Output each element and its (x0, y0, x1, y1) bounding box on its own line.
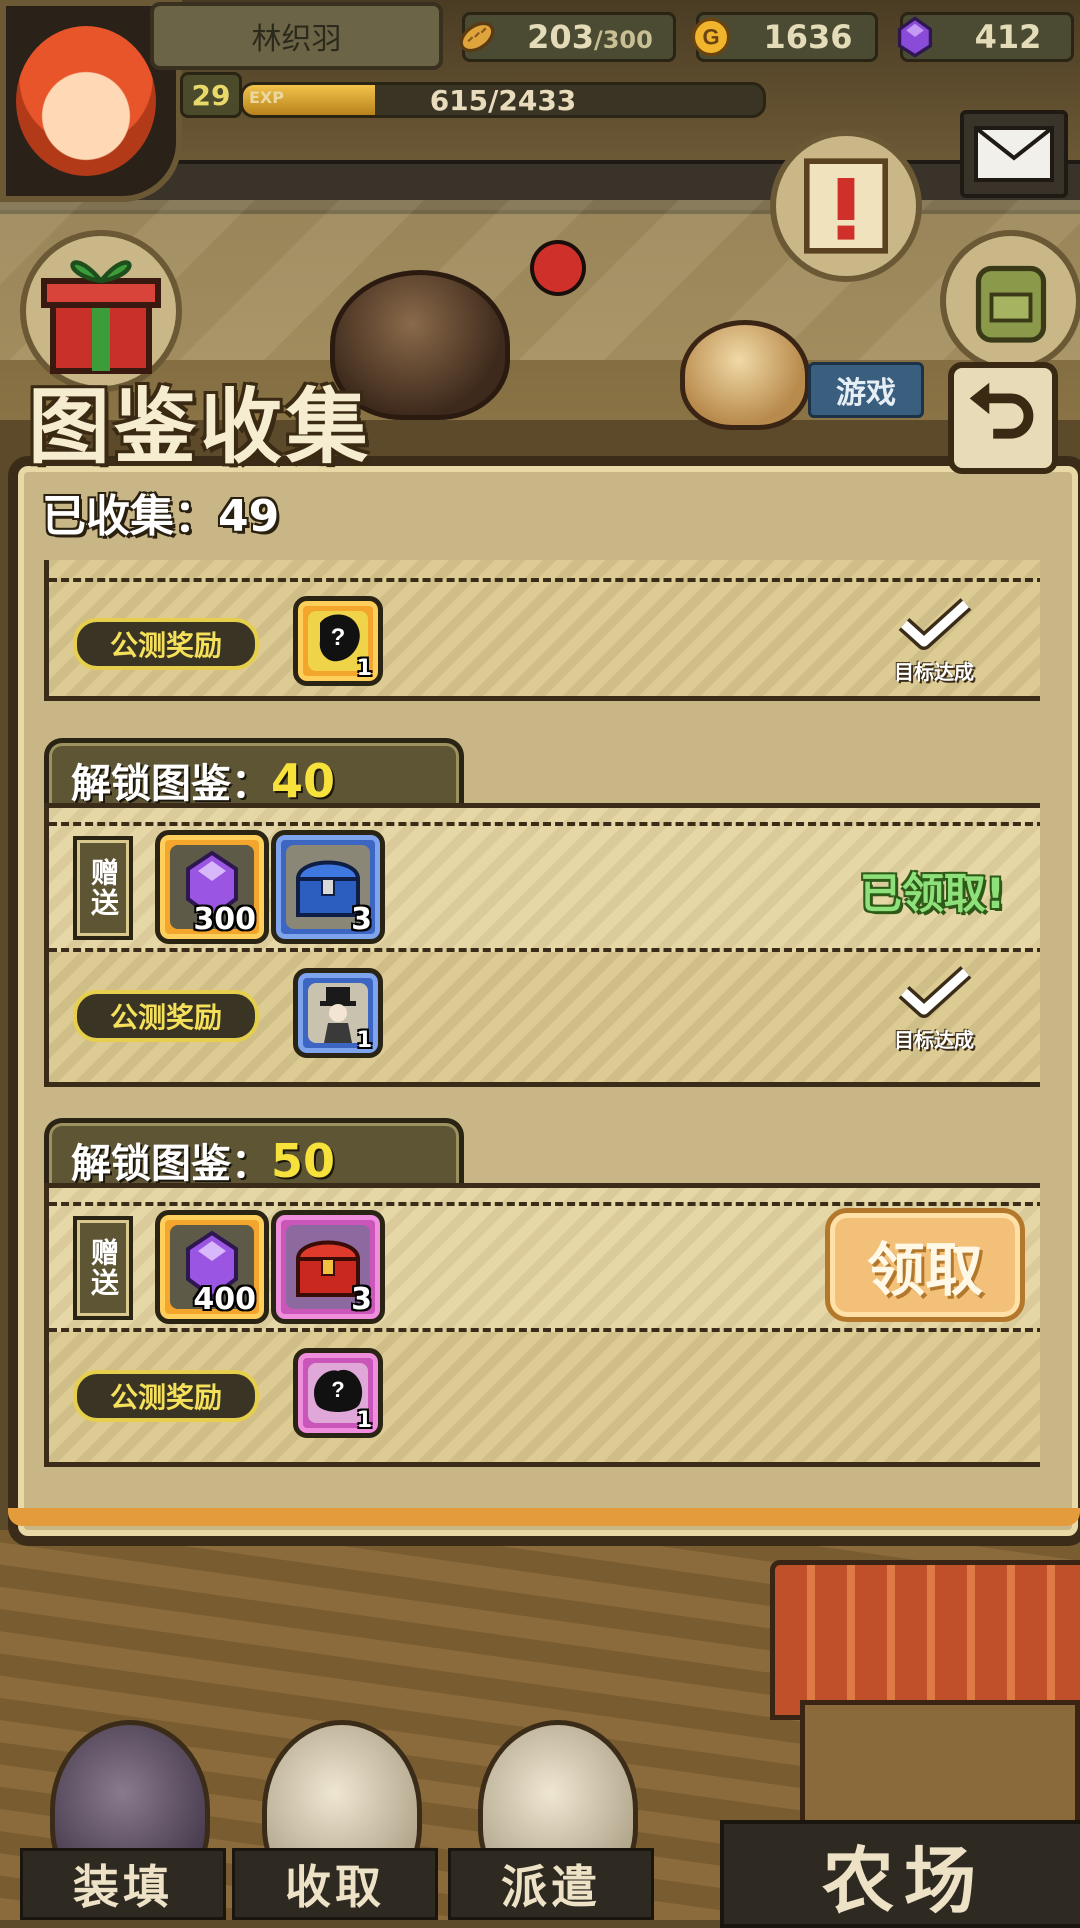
goal-achieved: 目标达成 (879, 596, 989, 684)
tier-gift-row: 赠送 300 3 已领取! (44, 803, 1040, 963)
level-badge: 29 (180, 72, 242, 118)
player-name: 林织羽 (150, 2, 443, 70)
tier-header: 解锁图鉴：50 (44, 1118, 464, 1193)
gift-tag-label: 赠送 (87, 858, 120, 918)
dispatch-button[interactable]: 派遣 (448, 1690, 654, 1920)
quest-scroll-icon[interactable] (770, 130, 922, 282)
collect-label: 收取 (232, 1848, 438, 1920)
farm-button[interactable]: 农场 (720, 1820, 1080, 1928)
svg-text:G: G (702, 25, 719, 50)
tier-title: 解锁图鉴：40 (71, 751, 335, 809)
item-count: 3 (351, 1282, 372, 1317)
purple-gem-icon (897, 16, 933, 58)
back-button[interactable] (948, 362, 1058, 474)
bread-max: /300 (593, 26, 653, 54)
item-count: 1 (356, 1028, 372, 1053)
gem-counter[interactable]: 412 (897, 12, 1074, 62)
avatar-portrait (16, 26, 156, 176)
collect-button[interactable]: 收取 (232, 1690, 438, 1920)
backpack-icon[interactable] (940, 230, 1080, 372)
reward-item[interactable]: ? 1 (293, 1348, 383, 1438)
item-count: 300 (193, 902, 256, 937)
item-count: 1 (356, 656, 372, 681)
exp-value: 615/2433 (429, 83, 577, 117)
tier-title: 解锁图鉴：50 (71, 1131, 335, 1189)
farm-roof (770, 1560, 1080, 1720)
svg-text:?: ? (331, 624, 346, 651)
tier-reward-row: 公测奖励 ? 1 目标达成 (44, 560, 1040, 701)
bread-icon (459, 21, 495, 53)
gift-item[interactable]: 400 (155, 1210, 269, 1324)
beta-reward-tag: 公测奖励 (73, 618, 259, 670)
item-count: 3 (351, 902, 372, 937)
gold-counter[interactable]: G 1636 (691, 12, 878, 62)
row-divider (49, 578, 1040, 582)
goal-achieved: 目标达成 (879, 964, 989, 1052)
exp-bar: EXP 615/2433 (240, 82, 766, 118)
collected-count: 已收集：49 (42, 491, 280, 542)
panel-title: 图鉴收集 (28, 379, 373, 475)
svg-text:?: ? (331, 1377, 344, 1402)
gift-item[interactable]: 3 (271, 1210, 385, 1324)
checkmark-icon (898, 966, 972, 1018)
gift-tag: 赠送 (73, 1216, 133, 1320)
dispatch-label: 派遣 (448, 1848, 654, 1920)
ladybug-icon (530, 240, 586, 296)
back-arrow-icon (969, 382, 1034, 439)
item-count: 400 (193, 1282, 256, 1317)
gift-item[interactable]: 300 (155, 830, 269, 944)
tier-gift-row: 赠送 400 3 领取 (44, 1183, 1040, 1343)
claim-button[interactable]: 领取 (825, 1208, 1025, 1322)
envelope-icon (974, 126, 1054, 182)
row-divider (49, 1202, 1040, 1206)
item-count: 1 (356, 1408, 372, 1433)
mail-button[interactable] (960, 110, 1068, 198)
claimed-status: 已领取! (859, 869, 1005, 918)
tier-label: 解锁图鉴： (71, 1141, 271, 1187)
goal-achieved-label: 目标达成 (894, 1028, 974, 1052)
gem-value: 412 (974, 18, 1042, 56)
gold-value: 1636 (763, 18, 853, 56)
tier-number: 40 (271, 754, 336, 808)
tier-header: 解锁图鉴：40 (44, 738, 464, 813)
panel-trim (8, 1508, 1080, 1526)
gift-tag-label: 赠送 (87, 1238, 120, 1298)
beta-reward-tag: 公测奖励 (73, 1370, 259, 1422)
reward-item[interactable]: 1 (293, 968, 383, 1058)
load-button[interactable]: 装填 (20, 1690, 226, 1920)
gold-coin-icon: G (691, 17, 731, 57)
checkmark-icon (898, 598, 972, 650)
tier-label: 解锁图鉴： (71, 761, 271, 807)
beta-reward-tag: 公测奖励 (73, 990, 259, 1042)
tier-reward-row: 公测奖励 ? 1 (44, 1332, 1040, 1467)
row-divider (49, 822, 1040, 826)
bread-counter[interactable]: 203/300 (459, 12, 676, 62)
tier-reward-row: 公测奖励 1 目标达成 (44, 952, 1040, 1087)
golden-egg-icon (680, 320, 810, 430)
gift-tag: 赠送 (73, 836, 133, 940)
goal-achieved-label: 目标达成 (894, 660, 974, 684)
bread-value: 203 (527, 18, 594, 56)
gift-item[interactable]: 3 (271, 830, 385, 944)
collection-list[interactable]: 公测奖励 ? 1 目标达成 解锁图鉴：40 赠送 300 3 已领取! 公测奖励 (40, 560, 1040, 1480)
tier-number: 50 (271, 1134, 336, 1188)
reward-item[interactable]: ? 1 (293, 596, 383, 686)
game-tag[interactable]: 游戏 (808, 362, 924, 418)
load-label: 装填 (20, 1848, 226, 1920)
